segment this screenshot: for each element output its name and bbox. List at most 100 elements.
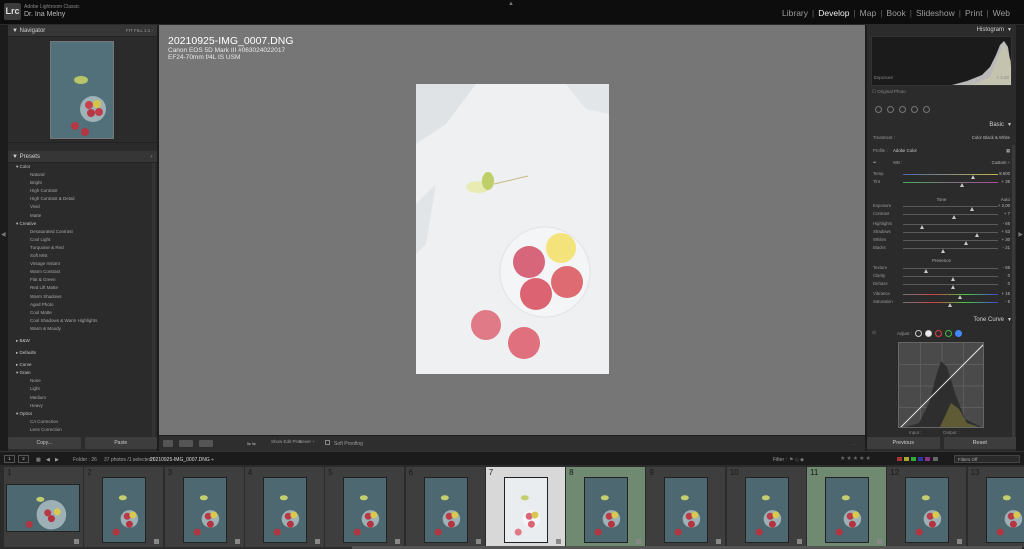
filmstrip-cell[interactable]: 10	[726, 467, 806, 547]
slider-value[interactable]: 0	[1008, 273, 1010, 278]
swap-arrows-icon[interactable]: ⇆ ⇆	[247, 441, 256, 447]
filmstrip-cell[interactable]: 5	[325, 467, 405, 547]
copy-button[interactable]: Copy...	[8, 437, 81, 449]
slider-highlights[interactable]: Highlights - 65	[873, 221, 1010, 229]
preset-item[interactable]: Soft Mist	[12, 252, 157, 260]
module-print[interactable]: Print	[961, 8, 986, 18]
grid-view-icon[interactable]: ▦	[36, 457, 41, 463]
navigator-preview[interactable]	[8, 37, 157, 143]
preset-group-creative[interactable]: ▾ Creative	[12, 220, 157, 228]
target-adjust-icon[interactable]: ⊙	[872, 330, 876, 336]
presets-scrollbar[interactable]	[152, 163, 155, 443]
right-panel-scrollbar[interactable]	[1012, 145, 1015, 445]
tone-curve-graph[interactable]	[898, 342, 984, 428]
tone-curve-header[interactable]: Tone Curve ▼	[867, 315, 1016, 326]
treatment-color[interactable]: Color	[972, 135, 982, 140]
filmstrip-thumbnail[interactable]	[182, 477, 227, 543]
blue-label-filter[interactable]	[918, 457, 923, 461]
slider-track[interactable]	[903, 182, 998, 187]
preset-item[interactable]: CA Correction	[12, 418, 157, 426]
preset-item[interactable]: High Contrast	[12, 187, 157, 195]
slider-value[interactable]: + 2,00	[998, 203, 1010, 208]
profile-select[interactable]: Adobe Color	[893, 148, 917, 153]
preset-item[interactable]: Warm Shadows	[12, 293, 157, 301]
slider-track[interactable]	[903, 206, 998, 211]
slider-texture[interactable]: Texture - 56	[873, 265, 1010, 273]
preset-group-defaults[interactable]: ▸ Defaults	[12, 349, 157, 357]
main-window-button[interactable]: 1	[4, 455, 15, 463]
slider-value[interactable]: + 7	[1004, 211, 1010, 216]
image-workspace[interactable]: 20210925-IMG_0007.DNG Canon EOS 5D Mark …	[159, 25, 865, 435]
eyedropper-icon[interactable]: ✒	[873, 160, 877, 166]
slider-knob[interactable]	[941, 249, 945, 253]
main-photo[interactable]	[416, 84, 609, 374]
slider-clarity[interactable]: Clarity 0	[873, 273, 1010, 281]
basic-header[interactable]: Basic ▼	[867, 120, 1016, 131]
healing-tool-icon[interactable]	[887, 105, 894, 113]
preset-group-optics[interactable]: ▾ Optics	[12, 410, 157, 418]
module-web[interactable]: Web	[989, 8, 1014, 18]
yy-view-button[interactable]	[199, 440, 213, 447]
soft-proofing-checkbox[interactable]	[325, 440, 330, 445]
slider-whites[interactable]: Whites + 30	[873, 237, 1010, 245]
treatment-bw[interactable]: Black & White	[983, 135, 1010, 140]
slider-track[interactable]	[903, 268, 998, 273]
preset-item[interactable]: Light	[12, 385, 157, 393]
presets-header[interactable]: ▼ Presets +	[8, 151, 157, 163]
left-panel-edge[interactable]: ◀	[0, 25, 8, 451]
filmstrip-thumbnail[interactable]	[6, 484, 80, 532]
folder-label[interactable]: Folder : 26	[73, 457, 97, 463]
filmstrip-thumbnail[interactable]	[584, 477, 629, 543]
red-channel-icon[interactable]	[935, 330, 943, 337]
filmstrip-cell[interactable]: 12	[887, 467, 967, 547]
preset-item[interactable]: Warm & Moody	[12, 325, 157, 333]
edit-pins-select[interactable]: Never ÷	[299, 439, 315, 444]
filmstrip-thumbnail[interactable]	[905, 477, 950, 543]
slider-track[interactable]	[903, 248, 998, 253]
preset-group-grain[interactable]: ▾ Grain	[12, 369, 157, 377]
redeye-tool-icon[interactable]	[899, 105, 906, 113]
secondary-window-button[interactable]: 2	[18, 455, 29, 463]
collapse-top-panel-icon[interactable]: ▲	[508, 1, 514, 7]
preset-group-bw[interactable]: ▸ B&W	[12, 337, 157, 345]
filmstrip-cell[interactable]: 1	[4, 467, 83, 547]
back-arrow-icon[interactable]: ◀	[46, 457, 50, 463]
slider-blacks[interactable]: Blacks - 21	[873, 245, 1010, 253]
preset-item[interactable]: Turquoise & Red	[12, 244, 157, 252]
preset-item[interactable]: Vintage Instant	[12, 260, 157, 268]
slider-track[interactable]	[903, 224, 998, 229]
preset-group-curve[interactable]: ▸ Curve	[12, 361, 157, 369]
slider-saturation[interactable]: Saturation - 5	[873, 299, 1010, 307]
filmstrip-thumbnail[interactable]	[664, 477, 709, 543]
histogram[interactable]: Exposure + 2,00	[871, 36, 1012, 86]
filmstrip-thumbnail[interactable]	[423, 477, 468, 543]
loupe-view-button[interactable]	[163, 440, 173, 447]
filmstrip-thumbnail[interactable]	[985, 477, 1024, 543]
preset-item[interactable]: Desaturated Contrast	[12, 228, 157, 236]
navigator-header[interactable]: ▼ Navigator FIT FILL 1:1 ·	[8, 25, 157, 37]
flag-filter-icons[interactable]: ⚑ ◇ ◆	[789, 457, 804, 463]
navigator-thumbnail[interactable]	[50, 41, 114, 139]
original-photo-checkbox[interactable]: ☐ Original Photo	[872, 89, 906, 95]
slider-value[interactable]: - 65	[1003, 221, 1010, 226]
filmstrip-thumbnail[interactable]	[744, 477, 789, 543]
preset-item[interactable]: Lens Correction	[12, 426, 157, 434]
filmstrip-cell[interactable]: 2	[84, 467, 164, 547]
slider-value[interactable]: - 56	[1003, 265, 1010, 270]
profile-browser-icon[interactable]: ▦	[1006, 148, 1010, 154]
selected-file-label[interactable]: 20210925-IMG_0007.DNG ÷	[150, 457, 214, 463]
preset-group-color[interactable]: ▾ Color	[12, 163, 157, 171]
slider-value[interactable]: + 53	[1002, 229, 1010, 234]
filmstrip-cell[interactable]: 4	[244, 467, 324, 547]
parametric-curve-icon[interactable]	[915, 330, 923, 337]
wb-select[interactable]: Custom ÷	[992, 160, 1010, 165]
slider-track[interactable]	[903, 302, 998, 307]
gradient-tool-icon[interactable]	[923, 105, 930, 113]
preset-item[interactable]: Heavy	[12, 402, 157, 410]
slider-knob[interactable]	[950, 285, 955, 289]
slider-value[interactable]: 0	[1008, 281, 1010, 286]
histogram-header[interactable]: Histogram ▼	[867, 25, 1016, 36]
module-book[interactable]: Book	[882, 8, 909, 18]
slider-exposure[interactable]: Exposure + 2,00	[873, 203, 1010, 211]
green-label-filter[interactable]	[911, 457, 916, 461]
